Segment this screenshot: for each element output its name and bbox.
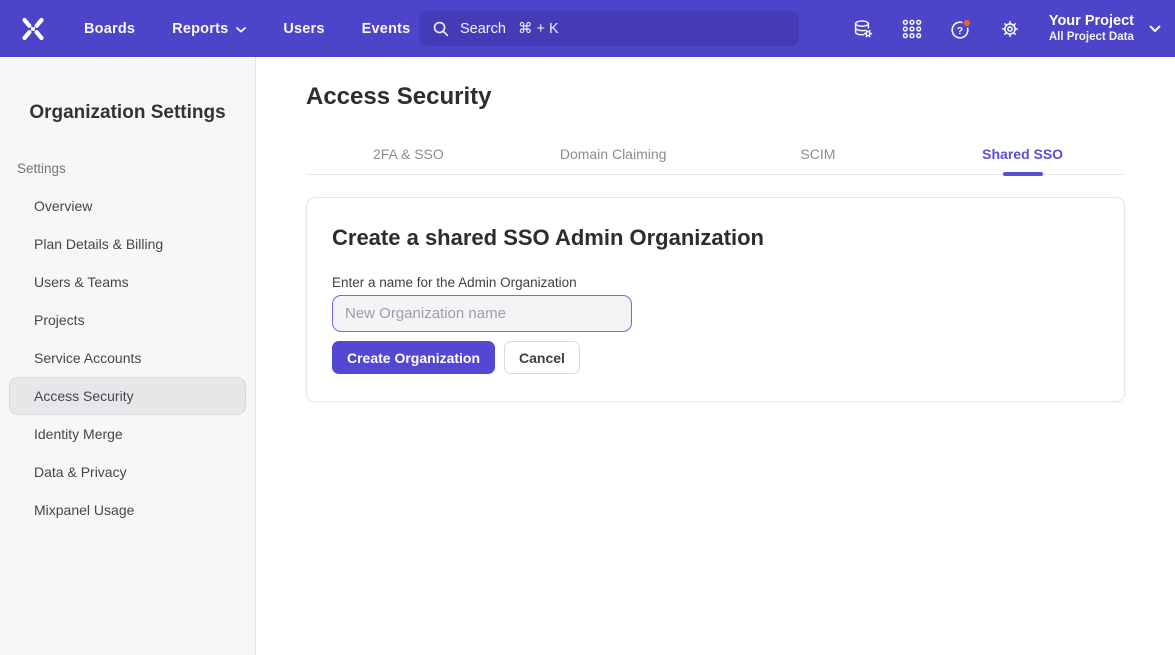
- tab-scim[interactable]: SCIM: [716, 141, 921, 174]
- settings-gear-icon[interactable]: [998, 17, 1022, 41]
- main-content: Access Security 2FA & SSO Domain Claimin…: [256, 57, 1175, 655]
- org-name-input[interactable]: [332, 295, 632, 332]
- sidebar-item-users-teams[interactable]: Users & Teams: [9, 263, 246, 301]
- search-icon: [431, 19, 450, 38]
- project-data-view: All Project Data: [1049, 30, 1134, 45]
- search-placeholder: Search: [460, 21, 506, 37]
- tab-shared-sso[interactable]: Shared SSO: [920, 141, 1125, 174]
- nav-item-users[interactable]: Users: [283, 21, 324, 37]
- project-switcher[interactable]: Your Project All Project Data: [1049, 12, 1161, 46]
- project-name: Your Project: [1049, 12, 1134, 31]
- help-icon[interactable]: ?: [949, 17, 973, 41]
- navbar-icon-group: ?: [851, 17, 1022, 41]
- tab-bar: 2FA & SSO Domain Claiming SCIM Shared SS…: [306, 141, 1125, 175]
- cancel-button[interactable]: Cancel: [504, 341, 580, 374]
- sidebar-item-identity-merge[interactable]: Identity Merge: [9, 415, 246, 453]
- create-sso-org-card: Create a shared SSO Admin Organization E…: [306, 197, 1125, 402]
- sidebar-item-access-security[interactable]: Access Security: [9, 377, 246, 415]
- page-layout: Organization Settings Settings Overview …: [0, 57, 1175, 655]
- chevron-down-icon: [1149, 20, 1161, 38]
- sidebar-item-overview[interactable]: Overview: [9, 187, 246, 225]
- sidebar-title: Organization Settings: [0, 102, 255, 124]
- tab-2fa-sso[interactable]: 2FA & SSO: [306, 141, 511, 174]
- top-navbar: Boards Reports Users Events Search ⌘ + K: [0, 0, 1175, 57]
- settings-sidebar: Organization Settings Settings Overview …: [0, 57, 256, 655]
- search-shortcut: ⌘ + K: [518, 21, 559, 37]
- chevron-down-icon: [236, 21, 246, 37]
- page-title: Access Security: [306, 83, 1125, 111]
- sidebar-section-label: Settings: [17, 161, 255, 176]
- create-organization-button[interactable]: Create Organization: [332, 341, 495, 374]
- sidebar-item-mixpanel-usage[interactable]: Mixpanel Usage: [9, 491, 246, 529]
- sidebar-item-plan-details-billing[interactable]: Plan Details & Billing: [9, 225, 246, 263]
- apps-grid-icon[interactable]: [900, 17, 924, 41]
- primary-nav: Boards Reports Users Events: [84, 21, 410, 37]
- navbar-right: ? You: [851, 0, 1161, 57]
- mixpanel-logo-icon[interactable]: [18, 14, 48, 44]
- sidebar-item-data-privacy[interactable]: Data & Privacy: [9, 453, 246, 491]
- search-input[interactable]: Search ⌘ + K: [419, 11, 799, 46]
- sidebar-item-service-accounts[interactable]: Service Accounts: [9, 339, 246, 377]
- nav-item-events[interactable]: Events: [362, 21, 411, 37]
- org-name-label: Enter a name for the Admin Organization: [332, 275, 1099, 290]
- button-row: Create Organization Cancel: [332, 341, 1099, 374]
- nav-item-boards[interactable]: Boards: [84, 21, 135, 37]
- sidebar-list: Overview Plan Details & Billing Users & …: [0, 187, 255, 529]
- help-glyph: ?: [957, 24, 963, 36]
- notification-dot: [963, 19, 971, 27]
- card-heading: Create a shared SSO Admin Organization: [332, 224, 1099, 251]
- data-management-icon[interactable]: [851, 17, 875, 41]
- sidebar-item-projects[interactable]: Projects: [9, 301, 246, 339]
- nav-item-reports[interactable]: Reports: [172, 21, 246, 37]
- tab-domain-claiming[interactable]: Domain Claiming: [511, 141, 716, 174]
